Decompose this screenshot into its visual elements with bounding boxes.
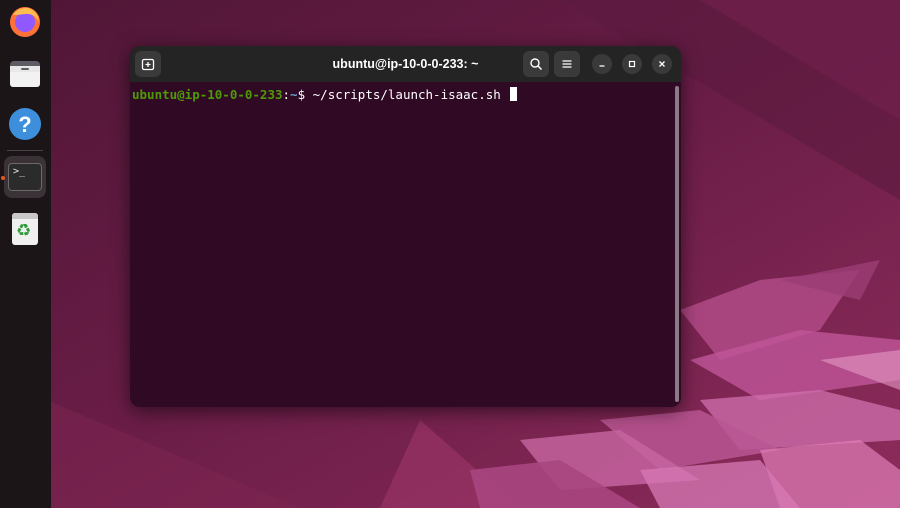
- running-indicator: [1, 176, 5, 180]
- close-button[interactable]: [652, 54, 672, 74]
- dock-terminal[interactable]: >_: [4, 156, 46, 198]
- terminal-glyph: >_: [13, 166, 26, 177]
- prompt-separator: :: [282, 87, 291, 102]
- close-icon: [659, 61, 665, 67]
- terminal-titlebar[interactable]: ubuntu@ip-10-0-0-233: ~: [130, 46, 681, 82]
- search-button[interactable]: [523, 51, 549, 77]
- terminal-scrollbar[interactable]: [675, 86, 679, 402]
- dock-files[interactable]: [4, 52, 46, 94]
- text-cursor: [510, 87, 518, 101]
- command-text: ~/scripts/launch-isaac.sh: [312, 87, 501, 102]
- minimize-button[interactable]: [592, 54, 612, 74]
- recycle-glyph: ♻: [16, 221, 32, 241]
- dock-trash[interactable]: ♻: [4, 208, 46, 250]
- dock-help[interactable]: ?: [4, 103, 46, 145]
- hamburger-menu-icon: [562, 60, 572, 68]
- maximize-icon: [628, 60, 636, 68]
- folder-icon: [10, 61, 40, 87]
- minimize-icon: [599, 65, 605, 67]
- prompt-symbol: $: [297, 87, 306, 102]
- prompt-user: ubuntu@ip-10-0-0-233: [132, 87, 283, 102]
- terminal-window[interactable]: ubuntu@ip-10-0-0-233: ~ ubuntu@ip-10-0-0…: [130, 46, 681, 407]
- maximize-button[interactable]: [622, 54, 642, 74]
- firefox-icon: [10, 7, 40, 37]
- dock-separator: [7, 150, 43, 151]
- command-line: ubuntu@ip-10-0-0-233:~$ ~/scripts/launch…: [132, 87, 518, 102]
- terminal-output[interactable]: ubuntu@ip-10-0-0-233:~$ ~/scripts/launch…: [130, 82, 681, 407]
- new-tab-button[interactable]: [135, 51, 161, 77]
- help-glyph: ?: [18, 112, 31, 137]
- trash-icon: ♻: [12, 213, 38, 245]
- dock-firefox[interactable]: [4, 1, 46, 43]
- help-icon: ?: [9, 108, 41, 140]
- menu-button[interactable]: [554, 51, 580, 77]
- dock: ? >_ ♻: [0, 0, 51, 508]
- prompt-path: ~: [290, 87, 298, 102]
- search-icon: [530, 58, 543, 71]
- terminal-icon: >_: [8, 163, 42, 191]
- new-tab-icon: [141, 58, 155, 71]
